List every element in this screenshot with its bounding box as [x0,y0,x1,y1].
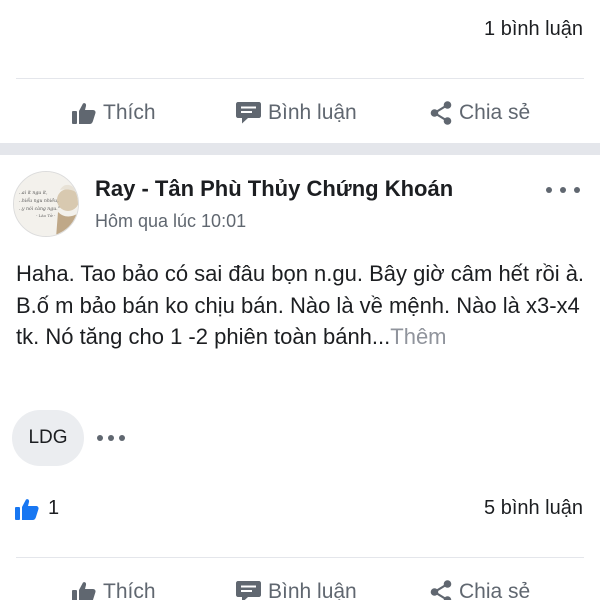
avatar-quote-line-1: ..ai ít ngu ít, [19,189,48,196]
share-icon [430,580,452,600]
like-label: Thích [103,580,156,600]
thumbs-up-icon [15,498,39,520]
comment-icon [236,581,261,600]
share-button[interactable]: Chia sẻ [430,93,530,133]
comment-label: Bình luận [268,101,357,124]
post-body-text: Haha. Tao bảo có sai đâu bọn n.gu. Bây g… [16,261,585,349]
like-count: 1 [48,497,60,519]
comment-icon [236,102,261,124]
share-label: Chia sẻ [459,580,531,600]
like-label: Thích [103,101,156,124]
post-author-name[interactable]: Ray - Tân Phù Thủy Chứng Khoán [95,176,453,202]
like-button[interactable]: Thích [72,93,156,133]
comment-button[interactable]: Bình luận [236,572,357,600]
share-button[interactable]: Chia sẻ [430,572,530,600]
author-avatar[interactable]: ..ai ít ngu ít, ..hiểu ngu nhiều, ..y nó… [13,171,79,237]
avatar-image: ..ai ít ngu ít, ..hiểu ngu nhiều, ..y nó… [14,172,78,236]
stock-tag-chip[interactable]: LDG [12,410,84,466]
previous-post-action-bar: Thích Bình luận Chia sẻ [0,93,600,133]
divider [16,557,584,558]
post-timestamp[interactable]: Hôm qua lúc 10:01 [95,211,246,232]
see-more-link[interactable]: Thêm [390,324,446,349]
post-text: Haha. Tao bảo có sai đâu bọn n.gu. Bây g… [16,258,586,353]
tag-more-icon[interactable] [97,433,125,443]
thumbs-up-icon [72,103,96,124]
thumbs-up-icon [72,582,96,600]
post-comment-count[interactable]: 5 bình luận [484,497,583,520]
previous-post-comment-count[interactable]: 1 bình luận [484,18,583,41]
share-label: Chia sẻ [459,101,531,124]
comment-label: Bình luận [268,580,357,600]
share-icon [430,101,452,125]
post-options-more-icon[interactable] [546,184,580,196]
like-summary[interactable]: 1 [14,497,59,520]
comment-button[interactable]: Bình luận [236,93,357,133]
post-separator [0,143,600,155]
avatar-quote-line-3: ..y nói càng ngu." [19,205,60,212]
divider [16,78,584,79]
avatar-quote-author: - Lão Tử - [36,213,56,218]
post-action-bar: Thích Bình luận Chia sẻ [0,572,600,600]
like-button[interactable]: Thích [72,572,156,600]
